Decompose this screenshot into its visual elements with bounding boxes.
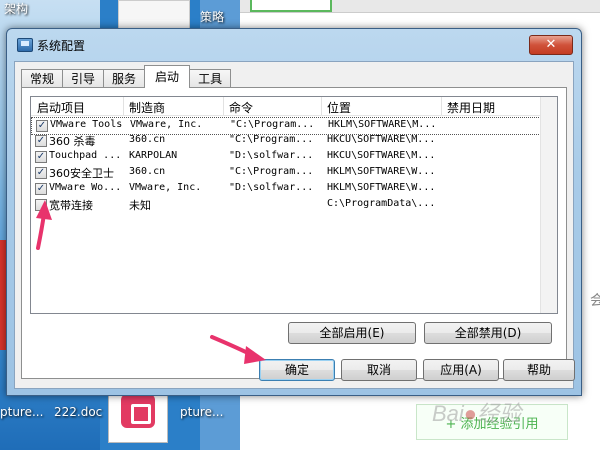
startup-item-checkbox[interactable]: ✓ <box>36 120 48 132</box>
column-divider[interactable] <box>441 97 442 115</box>
startup-item-location: C:\ProgramData\... <box>327 198 436 209</box>
background-webpage-tab <box>250 0 332 12</box>
startup-item-row[interactable]: ✓ 360 杀毒 360.cn "C:\Program... HKCU\SOFTWARE… <box>31 133 541 149</box>
startup-item-location: HKLM\SOFTWARE\W... <box>327 182 436 193</box>
startup-item-manufacturer: 360.cn <box>129 166 166 177</box>
startup-item-checkbox[interactable]: ✓ <box>35 135 47 147</box>
list-scrollbar[interactable] <box>540 97 557 313</box>
startup-item-manufacturer: 未知 <box>129 199 151 212</box>
startup-item-location: HKLM\SOFTWARE\W... <box>327 166 436 177</box>
startup-item-command: "C:\Program... <box>230 119 315 130</box>
startup-item-row[interactable]: 宽带连接 未知 C:\ProgramData\... <box>31 197 541 213</box>
tab-boot[interactable]: 引导 <box>62 69 105 88</box>
startup-item-name: 360 杀毒 <box>49 135 96 148</box>
desktop-icon-label-doc[interactable]: 222.doc <box>54 405 102 419</box>
startup-item-manufacturer: KARPOLAN <box>129 150 178 161</box>
desktop-label-top-2: 策略 <box>200 10 225 24</box>
desktop-label-top: 架构 <box>4 2 29 16</box>
startup-item-name: Touchpad ... <box>49 150 122 161</box>
startup-item-name: 宽带连接 <box>49 199 93 212</box>
startup-item-command: "C:\Program... <box>229 166 314 177</box>
close-button[interactable]: ✕ <box>529 35 573 55</box>
ok-button[interactable]: 确定 <box>259 359 335 381</box>
desktop-icon-label[interactable]: pture... <box>0 405 43 419</box>
column-divider[interactable] <box>123 97 124 115</box>
system-configuration-dialog: 系统配置 ✕ 常规 引导 服务 启动 工具 启动项目 制造商 命令 位置 禁用日… <box>6 28 582 396</box>
column-header-startup-item[interactable]: 启动项目 <box>37 99 85 116</box>
startup-item-location: HKLM\SOFTWARE\M... <box>328 119 437 130</box>
apply-button[interactable]: 应用(A) <box>423 359 499 381</box>
startup-item-name: VMware Tools <box>50 119 123 130</box>
startup-item-row[interactable]: ✓ VMware Wo... VMware, Inc. "D:\solfwar... H… <box>31 181 541 197</box>
list-header: 启动项目 制造商 命令 位置 禁用日期 <box>31 97 557 116</box>
column-header-disabled-date[interactable]: 禁用日期 <box>447 99 495 116</box>
column-divider[interactable] <box>321 97 322 115</box>
help-button[interactable]: 帮助 <box>503 359 575 381</box>
background-side-text: 会 <box>590 293 600 309</box>
column-header-command[interactable]: 命令 <box>229 99 253 116</box>
tab-strip: 常规 引导 服务 启动 工具 <box>21 65 232 88</box>
tab-general[interactable]: 常规 <box>21 69 64 88</box>
startup-item-command: "D:\solfwar... <box>229 150 314 161</box>
startup-item-command: "C:\Program... <box>229 134 314 145</box>
startup-item-location: HKCU\SOFTWARE\M... <box>327 150 436 161</box>
tab-startup[interactable]: 启动 <box>144 65 191 88</box>
startup-item-manufacturer: VMware, Inc. <box>129 182 202 193</box>
startup-item-checkbox[interactable]: ✓ <box>35 151 47 163</box>
dialog-title: 系统配置 <box>37 39 86 53</box>
startup-item-name: 360安全卫士 <box>49 167 114 180</box>
column-header-manufacturer[interactable]: 制造商 <box>129 99 165 116</box>
startup-item-command: "D:\solfwar... <box>229 182 314 193</box>
startup-item-checkbox[interactable]: ✓ <box>35 167 47 179</box>
column-divider[interactable] <box>223 97 224 115</box>
startup-item-checkbox[interactable]: ✓ <box>35 183 47 195</box>
tab-services[interactable]: 服务 <box>103 69 146 88</box>
column-header-location[interactable]: 位置 <box>327 99 351 116</box>
startup-item-name: VMware Wo... <box>49 182 122 193</box>
dialog-titlebar[interactable]: 系统配置 ✕ <box>7 29 581 59</box>
disable-all-button[interactable]: 全部禁用(D) <box>424 322 552 344</box>
msconfig-icon <box>17 38 33 52</box>
cancel-button[interactable]: 取消 <box>341 359 417 381</box>
baidu-watermark: Bai●经验 <box>432 401 522 426</box>
startup-item-checkbox[interactable] <box>35 199 47 211</box>
startup-item-row[interactable]: ✓ 360安全卫士 360.cn "C:\Program... HKLM\SOFTWAR… <box>31 165 541 181</box>
startup-item-location: HKCU\SOFTWARE\M... <box>327 134 436 145</box>
tab-tools[interactable]: 工具 <box>189 69 232 88</box>
startup-tab-panel: 启动项目 制造商 命令 位置 禁用日期 ✓ VMware Tools VMware,… <box>21 87 567 379</box>
startup-item-manufacturer: VMware, Inc. <box>130 119 203 130</box>
startup-item-manufacturer: 360.cn <box>129 134 166 145</box>
startup-items-list: 启动项目 制造商 命令 位置 禁用日期 ✓ VMware Tools VMware,… <box>30 96 558 314</box>
startup-item-row[interactable]: ✓ Touchpad ... KARPOLAN "D:\solfwar... HKCU\… <box>31 149 541 165</box>
enable-all-button[interactable]: 全部启用(E) <box>288 322 416 344</box>
desktop-icon-label-right[interactable]: pture... <box>180 405 223 419</box>
dialog-client-area: 常规 引导 服务 启动 工具 启动项目 制造商 命令 位置 禁用日期 ✓ VMw… <box>14 61 574 389</box>
